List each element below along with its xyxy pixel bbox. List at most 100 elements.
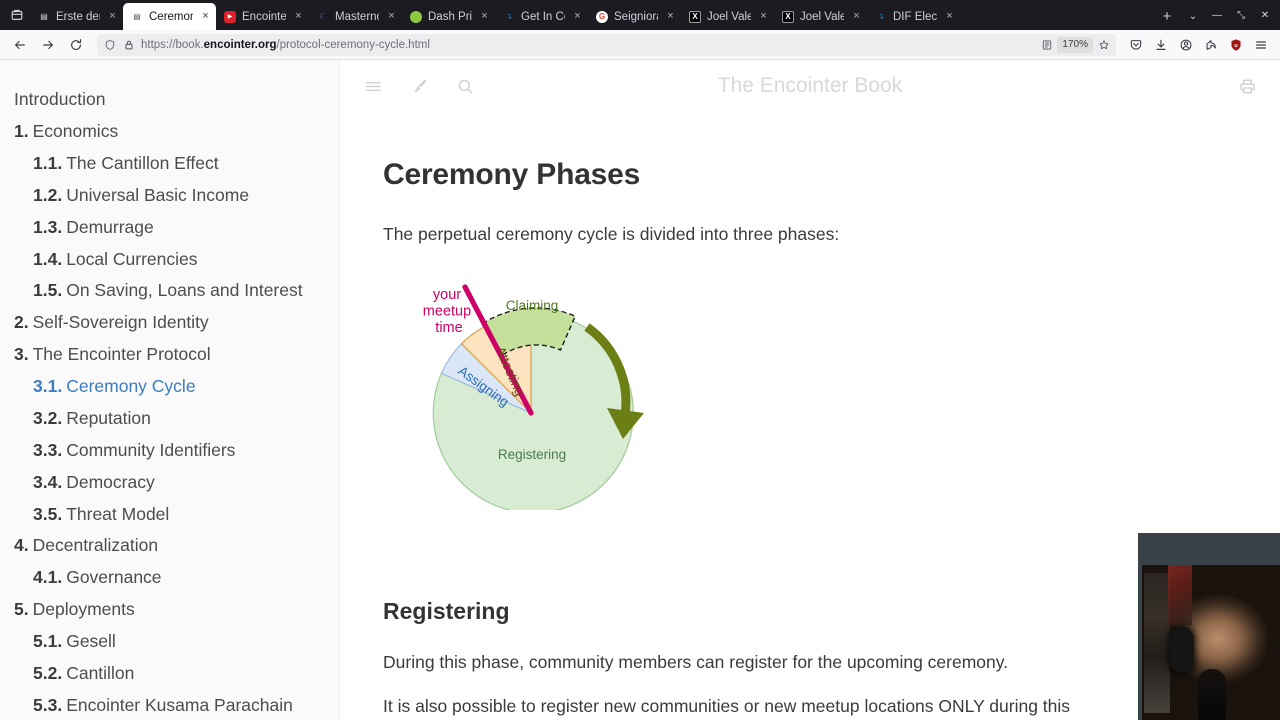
sidebar-item-decentralization[interactable]: 4. Decentralization [0,530,339,562]
sidebar-item-demurrage[interactable]: 1.3. Demurrage [0,212,339,244]
browser-tab[interactable]: ▤ Erste demokrati × [30,3,123,30]
paintbrush-icon[interactable] [408,75,430,97]
sidebar-item-reputation[interactable]: 3.2. Reputation [0,403,339,435]
zoom-level-badge[interactable]: 170% [1057,36,1093,53]
printer-icon[interactable] [1236,75,1258,97]
toc-label: Introduction [14,89,106,110]
url-text[interactable]: https://book.encointer.org/protocol-cere… [141,39,1034,51]
book-toolbar-right [1236,75,1258,97]
toc-item: 1.5. On Saving, Loans and Interest [0,275,339,307]
intro-paragraph: The perpetual ceremony cycle is divided … [383,224,840,244]
sidebar-item-self-sovereign-identity[interactable]: 2. Self-Sovereign Identity [0,307,339,339]
browser-tab[interactable]: ▶ Encointer Demo × [216,3,309,30]
browser-tab[interactable]: X Joel Valenzuela × [774,3,867,30]
sidebar-item-cantillon[interactable]: 5.2. Cantillon [0,658,339,690]
toc-item: 5. Deployments [0,594,339,626]
sidebar-item-on-saving-loans-and-interest[interactable]: 1.5. On Saving, Loans and Interest [0,275,339,307]
toc-label: Threat Model [66,503,170,524]
tab-close-icon[interactable]: × [199,10,212,23]
toc-number: 3.3. [33,439,63,460]
slice-label-registering: Registering [498,447,566,462]
browser-tab-active[interactable]: ▤ Ceremony Cycle × [123,3,216,30]
browser-tab[interactable]: X Joel Valenzuela × [681,3,774,30]
tracking-protection-shield-icon[interactable] [103,38,116,51]
toc-item: 3.1. Ceremony Cycle [0,371,339,403]
toc-label: Encointer Kusama Parachain [66,694,293,715]
tab-title: Ceremony Cycle [149,10,193,23]
search-icon[interactable] [454,75,476,97]
sidebar-item-gesell[interactable]: 5.1. Gesell [0,626,339,658]
toc-item: 3. The Encointer Protocol [0,339,339,371]
sidebar-item-introduction[interactable]: Introduction [0,84,339,116]
browser-tab[interactable]: ↴ DIF Election 202 × [867,3,960,30]
sidebar-item-economics[interactable]: 1. Economics [0,116,339,148]
sidebar-item-threat-model[interactable]: 3.5. Threat Model [0,498,339,530]
tab-close-icon[interactable]: × [943,10,956,23]
toc-item: 4.1. Governance [0,562,339,594]
ublock-origin-icon[interactable]: u [1224,33,1248,57]
reload-arrow-icon[interactable] [63,33,89,57]
toc-item: 3.2. Reputation [0,403,339,435]
downloads-icon[interactable] [1149,33,1173,57]
new-tab-button[interactable]: + [1154,2,1180,30]
browser-tab[interactable]: G Seigniorage Ge × [588,3,681,30]
app-menu-icon[interactable] [1249,33,1273,57]
sidebar-item-the-cantillon-effect[interactable]: 1.1. The Cantillon Effect [0,148,339,180]
sidebar-item-governance[interactable]: 4.1. Governance [0,562,339,594]
maximize-button[interactable]: ⤡ [1230,0,1252,30]
webcam-overlay[interactable] [1138,533,1280,720]
hamburger-menu-icon[interactable] [362,75,384,97]
back-arrow-icon[interactable] [7,33,33,57]
tab-close-icon[interactable]: × [292,10,305,23]
toc-label: Local Currencies [66,248,198,269]
star-icon[interactable] [1097,38,1110,51]
firefox-container-icon[interactable] [4,0,30,30]
browser-tab[interactable]: ↴ Get In Contact \ × [495,3,588,30]
sidebar-item-the-encointer-protocol[interactable]: 3. The Encointer Protocol [0,339,339,371]
tab-close-icon[interactable]: × [850,10,863,23]
window-controls: — ⤡ ✕ [1206,0,1276,30]
toc-number: 3.5. [33,503,63,524]
account-icon[interactable] [1174,33,1198,57]
browser-tab[interactable]: ☾ Masternode mo × [309,3,402,30]
toc-label: Community Identifiers [66,439,236,460]
padlock-icon[interactable] [122,38,135,51]
toc-number: 2. [14,312,29,333]
browser-tab[interactable]: ● Dash Price: DAS × [402,3,495,30]
coingecko-icon: ● [410,10,422,23]
list-all-tabs-button[interactable]: ⌄ [1180,2,1206,30]
toc-item: 1. Economics [0,116,339,148]
tab-close-icon[interactable]: × [106,10,119,23]
toc-item: 4. Decentralization [0,530,339,562]
close-window-button[interactable]: ✕ [1254,0,1276,30]
forward-arrow-icon[interactable] [35,33,61,57]
tab-close-icon[interactable]: × [385,10,398,23]
x-twitter-icon: X [689,10,701,23]
book-icon: ▤ [40,11,48,21]
tab-close-icon[interactable]: × [478,10,491,23]
tab-close-icon[interactable]: × [571,10,584,23]
share-icon[interactable] [1199,33,1223,57]
tab-strip: ▤ Erste demokrati × ▤ Ceremony Cycle × ▶ Encoin… [0,0,1280,30]
pocket-icon[interactable] [1124,33,1148,57]
sidebar-item-encointer-kusama-parachain[interactable]: 5.3. Encointer Kusama Parachain [0,690,339,720]
slice-label-claiming: Claiming [506,298,559,313]
sidebar-item-deployments[interactable]: 5. Deployments [0,594,339,626]
tab-close-icon[interactable]: × [664,10,677,23]
book-sidebar[interactable]: Introduction 1. Economics 1.1. The Cantillon… [0,60,340,720]
toc-label: Gesell [66,631,116,652]
sidebar-item-community-identifiers[interactable]: 3.3. Community Identifiers [0,435,339,467]
sidebar-item-ceremony-cycle[interactable]: 3.1. Ceremony Cycle [0,371,339,403]
webcam-titlebar[interactable] [1138,533,1280,565]
sidebar-item-universal-basic-income[interactable]: 1.2. Universal Basic Income [0,180,339,212]
tab-close-icon[interactable]: × [757,10,770,23]
toc-number: 4. [14,535,29,556]
sidebar-item-democracy[interactable]: 3.4. Democracy [0,467,339,499]
minimize-button[interactable]: — [1206,0,1228,30]
sidebar-item-local-currencies[interactable]: 1.4. Local Currencies [0,243,339,275]
tab-title: Seigniorage Ge [614,10,658,23]
toc-label: Self-Sovereign Identity [32,312,209,333]
youtube-icon: ▶ [224,10,236,23]
url-bar[interactable]: https://book.encointer.org/protocol-cere… [97,33,1116,56]
reader-view-icon[interactable] [1040,38,1053,51]
